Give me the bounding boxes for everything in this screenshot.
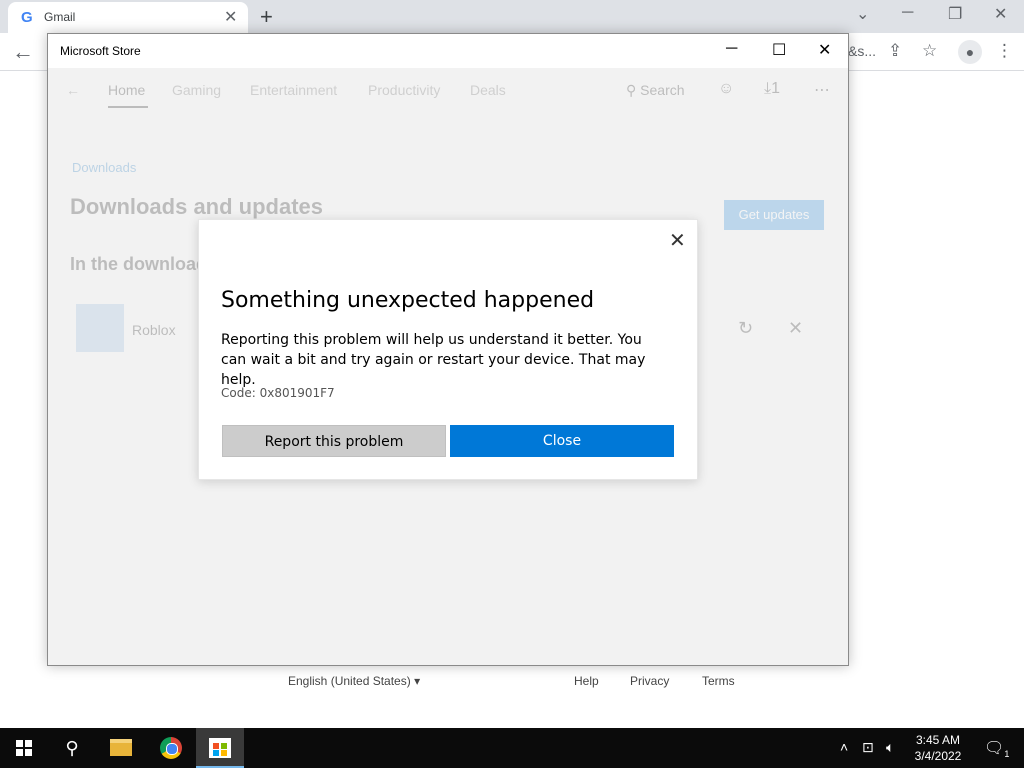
dialog-title: Something unexpected happened (221, 288, 595, 313)
account-icon[interactable]: ☺ (718, 80, 734, 98)
get-updates-button[interactable]: Get updates (724, 200, 824, 230)
show-hidden-icons-chevron-icon[interactable]: ˄ (840, 739, 848, 755)
browser-close-icon[interactable]: ✕ (994, 4, 1007, 24)
tab-gaming[interactable]: Gaming (172, 82, 221, 98)
tab-home[interactable]: Home (108, 82, 145, 98)
bookmark-star-icon[interactable]: ☆ (922, 41, 937, 61)
windows-logo-icon (16, 740, 32, 756)
caret-down-icon: ▾ (414, 674, 421, 688)
file-explorer-button[interactable] (98, 728, 146, 768)
tab-search-chevron-icon[interactable]: ⌄ (856, 4, 869, 24)
browser-minimize-icon[interactable]: ─ (902, 4, 913, 22)
footer-terms-link[interactable]: Terms (702, 674, 735, 688)
tab-deals[interactable]: Deals (470, 82, 506, 98)
taskbar-clock[interactable]: 3:45 AM 3/4/2022 (908, 732, 968, 764)
tab-home-underline (108, 106, 148, 108)
close-button[interactable]: Close (450, 425, 674, 457)
omnibox-text[interactable]: &s... (848, 43, 876, 59)
taskbar-search-button[interactable]: ⚲ (48, 728, 96, 768)
footer-help-link[interactable]: Help (574, 674, 599, 688)
store-titlebar: Microsoft Store ─ ☐ ✕ (48, 34, 848, 68)
tab-title: Gmail (44, 10, 76, 24)
store-close-icon[interactable]: ✕ (818, 40, 831, 60)
notifications-button[interactable]: 🗨︎1 (984, 738, 1009, 759)
search-icon: ⚲ (65, 738, 79, 758)
notification-count: 1 (1004, 749, 1010, 760)
report-problem-button[interactable]: Report this problem (222, 425, 446, 457)
profile-avatar-icon[interactable]: ● (958, 40, 982, 64)
language-label: English (United States) (288, 674, 411, 688)
folder-icon (110, 739, 132, 756)
footer-privacy-link[interactable]: Privacy (630, 674, 669, 688)
browser-menu-icon[interactable]: ⋮ (996, 41, 1013, 61)
back-arrow-icon[interactable]: ← (12, 39, 34, 65)
store-taskbar-button[interactable] (196, 728, 244, 768)
store-minimize-icon[interactable]: ─ (726, 40, 737, 58)
tab-productivity[interactable]: Productivity (368, 82, 440, 98)
store-window-title: Microsoft Store (60, 44, 141, 58)
store-search-label: Search (640, 82, 685, 98)
browser-tab-strip: G Gmail ✕ + ⌄ ─ ❐ ✕ (0, 0, 1024, 33)
chrome-taskbar-button[interactable] (147, 728, 195, 768)
clock-date: 3/4/2022 (914, 749, 962, 763)
clock-time: 3:45 AM (915, 733, 961, 747)
downloads-count: 1 (771, 80, 780, 97)
share-icon[interactable]: ⇪ (888, 41, 902, 61)
cancel-download-icon[interactable]: ✕ (788, 318, 803, 339)
tab-close-icon[interactable]: ✕ (224, 7, 237, 27)
browser-tab-gmail[interactable]: G Gmail ✕ (8, 2, 248, 33)
page-title: Downloads and updates (70, 194, 324, 219)
browser-restore-icon[interactable]: ❐ (948, 4, 962, 24)
downloads-nav-button[interactable]: ⤓1 (764, 80, 780, 98)
dialog-close-icon[interactable]: ✕ (669, 228, 686, 253)
taskbar: ⚲ ˄ ⊡ 🔈︎ 3:45 AM 3/4/2022 🗨︎1 (0, 728, 1024, 768)
roblox-app-icon (76, 304, 124, 352)
retry-icon[interactable]: ↻ (738, 318, 753, 339)
store-search-button[interactable]: ⚲ Search (626, 82, 685, 99)
breadcrumb[interactable]: Downloads (72, 160, 136, 175)
dialog-message: Reporting this problem will help us unde… (221, 332, 646, 388)
new-tab-icon[interactable]: + (260, 4, 273, 30)
store-bag-icon (209, 738, 231, 758)
error-code: Code: 0x801901F7 (221, 386, 335, 400)
search-icon: ⚲ (626, 82, 637, 98)
more-options-icon[interactable]: ⋯ (814, 80, 830, 100)
tab-entertainment[interactable]: Entertainment (250, 82, 337, 98)
chrome-icon (160, 737, 182, 759)
notification-icon: 🗨︎ (984, 740, 1005, 757)
start-button[interactable] (0, 728, 48, 768)
google-icon: G (21, 9, 33, 26)
volume-icon[interactable]: 🔈︎ (886, 739, 894, 756)
language-selector[interactable]: English (United States) ▾ (288, 674, 420, 688)
network-icon[interactable]: ⊡ (862, 739, 874, 756)
app-name: Roblox (132, 322, 176, 338)
error-dialog: ✕ Something unexpected happened Reportin… (198, 219, 698, 480)
store-maximize-icon[interactable]: ☐ (772, 40, 786, 60)
store-back-icon[interactable]: ← (66, 82, 80, 98)
